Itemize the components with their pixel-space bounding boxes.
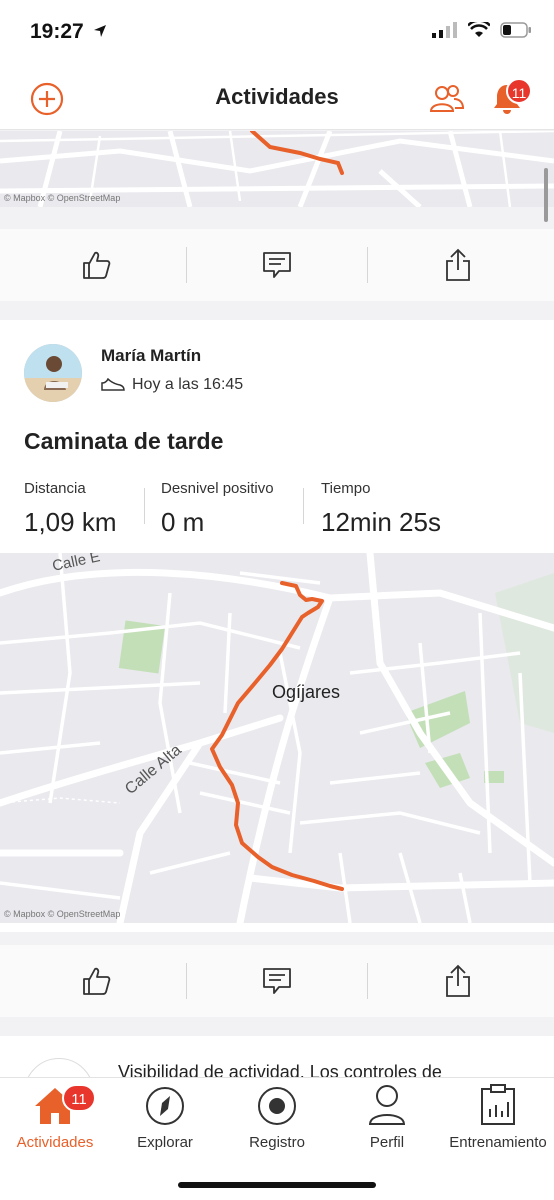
stat-value: 12min 25s xyxy=(321,507,441,537)
map-attribution: © Mapbox © OpenStreetMap xyxy=(4,909,121,919)
thumbs-up-icon xyxy=(83,251,111,279)
stat-distance: Distancia 1,09 km xyxy=(24,480,117,538)
comment-button[interactable] xyxy=(185,229,369,301)
activity-time: Hoy a las 16:45 xyxy=(132,376,244,393)
stat-label: Desnivel positivo xyxy=(161,480,274,497)
tab-label: Actividades xyxy=(16,1134,94,1151)
stat-time: Tiempo 12min 25s xyxy=(321,480,441,538)
previous-activity-map[interactable]: © Mapbox © OpenStreetMap xyxy=(0,131,554,207)
friends-icon xyxy=(429,85,465,112)
location-arrow-icon xyxy=(93,25,106,37)
tab-perfil[interactable]: Perfil xyxy=(332,1082,442,1154)
activity-meta: Hoy a las 16:45 xyxy=(101,376,243,394)
friends-button[interactable] xyxy=(428,80,466,118)
share-icon xyxy=(446,964,470,997)
visibility-info-text: Visibilidad de actividad. Los controles … xyxy=(118,1062,442,1077)
info-illustration xyxy=(24,1058,94,1077)
wifi-icon xyxy=(468,22,490,37)
stat-label: Distancia xyxy=(24,480,86,497)
share-button[interactable] xyxy=(366,229,550,301)
shoe-icon xyxy=(101,378,125,391)
scroll-indicator[interactable] xyxy=(544,168,548,222)
activity-actions xyxy=(0,945,554,1017)
tab-badge: 11 xyxy=(62,1084,96,1112)
home-indicator xyxy=(178,1182,376,1188)
comment-icon xyxy=(263,252,291,278)
share-icon xyxy=(446,248,470,281)
stat-elevation: Desnivel positivo 0 m xyxy=(161,480,274,538)
visibility-info-card[interactable]: Visibilidad de actividad. Los controles … xyxy=(0,1036,554,1077)
clipboard-chart-icon xyxy=(481,1084,515,1125)
tab-explorar[interactable]: Explorar xyxy=(110,1082,220,1154)
tab-entrenamiento[interactable]: Entrenamiento xyxy=(443,1082,553,1154)
battery-icon xyxy=(500,22,531,38)
avatar-photo xyxy=(24,344,82,402)
tab-actividades[interactable]: Actividades 11 xyxy=(0,1082,110,1154)
activity-title[interactable]: Caminata de tarde xyxy=(24,428,223,455)
activity-feed[interactable]: © Mapbox © OpenStreetMap María Martín Ho… xyxy=(0,131,554,1077)
share-button[interactable] xyxy=(366,945,550,1017)
map-label-town: Ogíjares xyxy=(272,682,341,702)
tab-label: Registro xyxy=(249,1134,305,1151)
tab-registro[interactable]: Registro xyxy=(222,1082,332,1154)
stat-value: 0 m xyxy=(161,507,205,537)
like-button[interactable] xyxy=(4,229,188,301)
record-icon xyxy=(258,1087,296,1125)
status-time-text: 19:27 xyxy=(30,20,84,43)
tab-label: Entrenamiento xyxy=(449,1134,547,1151)
author-name[interactable]: María Martín xyxy=(101,346,201,366)
status-bar: 19:27 xyxy=(0,0,554,66)
avatar[interactable] xyxy=(24,344,82,402)
thumbs-up-icon xyxy=(83,967,111,995)
stat-value: 1,09 km xyxy=(24,507,117,537)
route-map-graphic xyxy=(0,553,554,923)
person-icon xyxy=(368,1085,406,1125)
comment-icon xyxy=(263,968,291,994)
notification-badge: 11 xyxy=(506,78,532,104)
map-attribution: © Mapbox © OpenStreetMap xyxy=(4,193,121,203)
notifications-button[interactable]: 11 xyxy=(488,78,532,118)
activity-route-map[interactable]: Calle E Ogíjares Calle Alta © Mapbox © O… xyxy=(0,553,554,923)
cellular-signal-icon xyxy=(432,22,457,38)
like-button[interactable] xyxy=(4,945,188,1017)
compass-icon xyxy=(146,1087,184,1125)
tab-label: Perfil xyxy=(369,1134,405,1151)
page-title: Actividades xyxy=(215,84,339,109)
stat-label: Tiempo xyxy=(321,480,371,497)
previous-activity-actions xyxy=(0,229,554,301)
app-header: Actividades 11 xyxy=(0,66,554,130)
status-time: 19:27 xyxy=(30,20,107,44)
status-icons xyxy=(432,22,532,38)
comment-button[interactable] xyxy=(185,945,369,1017)
activity-card[interactable]: María Martín Hoy a las 16:45 Caminata de… xyxy=(0,320,554,932)
tab-label: Explorar xyxy=(137,1134,193,1151)
